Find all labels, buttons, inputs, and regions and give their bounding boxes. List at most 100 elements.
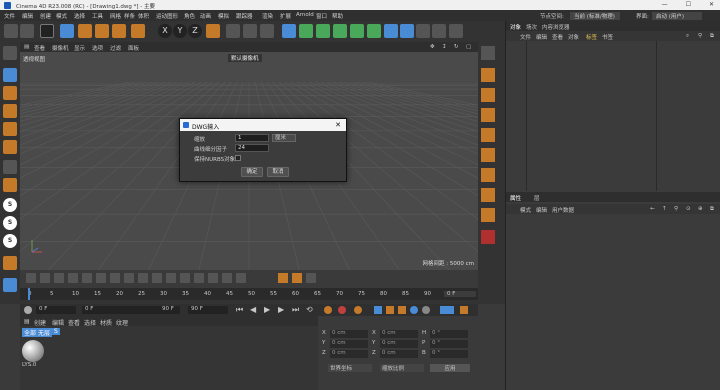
pen-spline-icon[interactable] [299,24,313,38]
coord-mode-select[interactable]: 缩放比例 [380,364,424,372]
material-menu-edit[interactable]: 编辑 [52,318,64,327]
coord-field-av[interactable]: 0 cm [330,350,368,358]
material-menu-icon[interactable]: ▤ [24,318,30,325]
menu-item-15[interactable]: 扩展 [280,12,291,20]
move-key-icon[interactable] [374,306,382,314]
rotate-tool-icon[interactable] [95,24,109,38]
menu-item-2[interactable]: 创建 [40,12,51,20]
tab-takes[interactable]: 场次 [526,23,537,31]
coord-field-cv[interactable]: 0 ° [430,350,468,358]
menu-item-1[interactable]: 编辑 [22,12,33,20]
key-tool-7-icon[interactable] [110,273,120,283]
viewport-menu-filter[interactable]: 过滤 [110,44,121,52]
right-tool-10-icon[interactable] [481,230,495,244]
keyframe-selection-icon[interactable] [354,306,362,314]
menu-item-7[interactable]: 样条 [124,12,135,20]
subdivision-icon[interactable] [316,24,330,38]
objects-filter-icon[interactable]: ⚲ [698,33,702,39]
quantize-icon[interactable]: S [3,234,17,248]
start-frame-field[interactable]: 0 F [82,306,162,314]
right-tool-9-icon[interactable] [481,208,495,222]
record-key-icon[interactable] [324,306,332,314]
coord-field-av[interactable]: 0 cm [330,330,368,338]
menu-item-18[interactable]: 帮助 [332,12,343,20]
rotate-key-icon[interactable] [398,306,406,314]
texture-mode-icon[interactable] [3,86,17,100]
right-tool-7-icon[interactable] [481,168,495,182]
scale-key-icon[interactable] [386,306,394,314]
objects-menu-edit[interactable]: 编辑 [536,33,547,41]
right-tool-1-icon[interactable] [481,46,495,60]
filter-ext-tab[interactable]: S [52,328,60,335]
tab-objects[interactable]: 对象 [510,23,521,31]
material-menu-material[interactable]: 材质 [100,318,112,327]
autokey-icon[interactable] [338,306,346,314]
prev-frame-icon[interactable]: ◀ [250,305,256,314]
keep-nurbs-checkbox[interactable] [235,155,241,161]
key-tool-11-icon[interactable] [166,273,176,283]
coord-field-cv[interactable]: 0 ° [430,330,468,338]
right-tool-3-icon[interactable] [481,88,495,102]
key-tool-16-icon[interactable] [236,273,246,283]
lock-workplane-icon[interactable] [3,278,17,292]
menu-item-0[interactable]: 文件 [4,12,15,20]
environment-icon[interactable] [400,24,414,38]
menu-item-17[interactable]: 窗口 [316,12,327,20]
points-mode-icon[interactable] [3,104,17,118]
axis-y-button[interactable]: Y [173,24,187,38]
coord-space-select[interactable]: 世界坐标 [328,364,372,372]
right-tool-5-icon[interactable] [481,128,495,142]
right-tool-4-icon[interactable] [481,108,495,122]
material-name[interactable]: LYS.0 [22,362,36,368]
cloner-icon[interactable] [333,24,347,38]
material-menu-view[interactable]: 查看 [68,318,80,327]
objects-menu-tags[interactable]: 标签 [586,33,597,41]
goto-start-icon[interactable]: ⏮ [236,305,243,315]
cancel-button[interactable]: 取消 [267,167,289,177]
key-tool-14-icon[interactable] [208,273,218,283]
snap-icon[interactable]: S [3,198,17,212]
right-tool-8-icon[interactable] [481,188,495,202]
tab-content-browser[interactable]: 内容浏览器 [542,23,570,31]
menu-item-9[interactable]: 运动图形 [156,12,178,20]
scale-field[interactable]: 1 [235,134,269,142]
objects-menu-view[interactable]: 查看 [552,33,563,41]
material-menu-select[interactable]: 选择 [84,318,96,327]
axis-z-button[interactable]: Z [188,24,202,38]
maximize-icon[interactable]: ☐ [686,1,691,8]
unit-select[interactable]: 厘米 [272,134,296,142]
next-frame-icon[interactable]: ▶ [278,305,284,314]
objects-menu-bookmarks[interactable]: 书签 [602,33,613,41]
key-tool-13-icon[interactable] [194,273,204,283]
viewport-menu-display[interactable]: 显示 [74,44,85,52]
camera-icon[interactable] [432,24,446,38]
objects-search-icon[interactable]: ⌕ [686,33,689,40]
viewport-menu-view[interactable]: 查看 [34,44,45,52]
viewport-menu-cameras[interactable]: 摄像机 [52,44,69,52]
render-picture-viewer-icon[interactable] [243,24,257,38]
dialog-close-icon[interactable]: ✕ [335,121,341,129]
render-view-icon[interactable] [226,24,240,38]
objects-expand-icon[interactable]: ⧉ [710,33,714,40]
light-icon[interactable] [449,24,463,38]
attributes-new-icon[interactable]: ⊕ [698,206,703,212]
viewport-menu-options[interactable]: 选项 [92,44,103,52]
world-coordinates-icon[interactable] [206,24,220,38]
coord-apply-button[interactable]: 应用 [430,364,470,372]
volume-icon[interactable] [350,24,364,38]
workplane-snap-icon[interactable]: S [3,216,17,230]
enable-axis-icon[interactable] [3,178,17,192]
move-tool-icon[interactable] [60,24,74,38]
key-tool-10-icon[interactable] [152,273,162,283]
render-settings-icon[interactable] [260,24,274,38]
viewport-move-icon[interactable]: ✥ [430,44,435,50]
viewport-rotate-icon[interactable]: ↻ [454,44,459,50]
menu-item-16[interactable]: Arnold [296,12,314,18]
key-tool-15-icon[interactable] [222,273,232,283]
key-tool-5-icon[interactable] [82,273,92,283]
back-arrow-icon[interactable]: ← [650,206,655,212]
attributes-menu-edit[interactable]: 编辑 [536,206,547,214]
workplane-icon[interactable] [3,256,17,270]
viewport-toggle-icon[interactable]: ▢ [466,44,471,50]
up-arrow-icon[interactable]: ↑ [662,206,667,212]
